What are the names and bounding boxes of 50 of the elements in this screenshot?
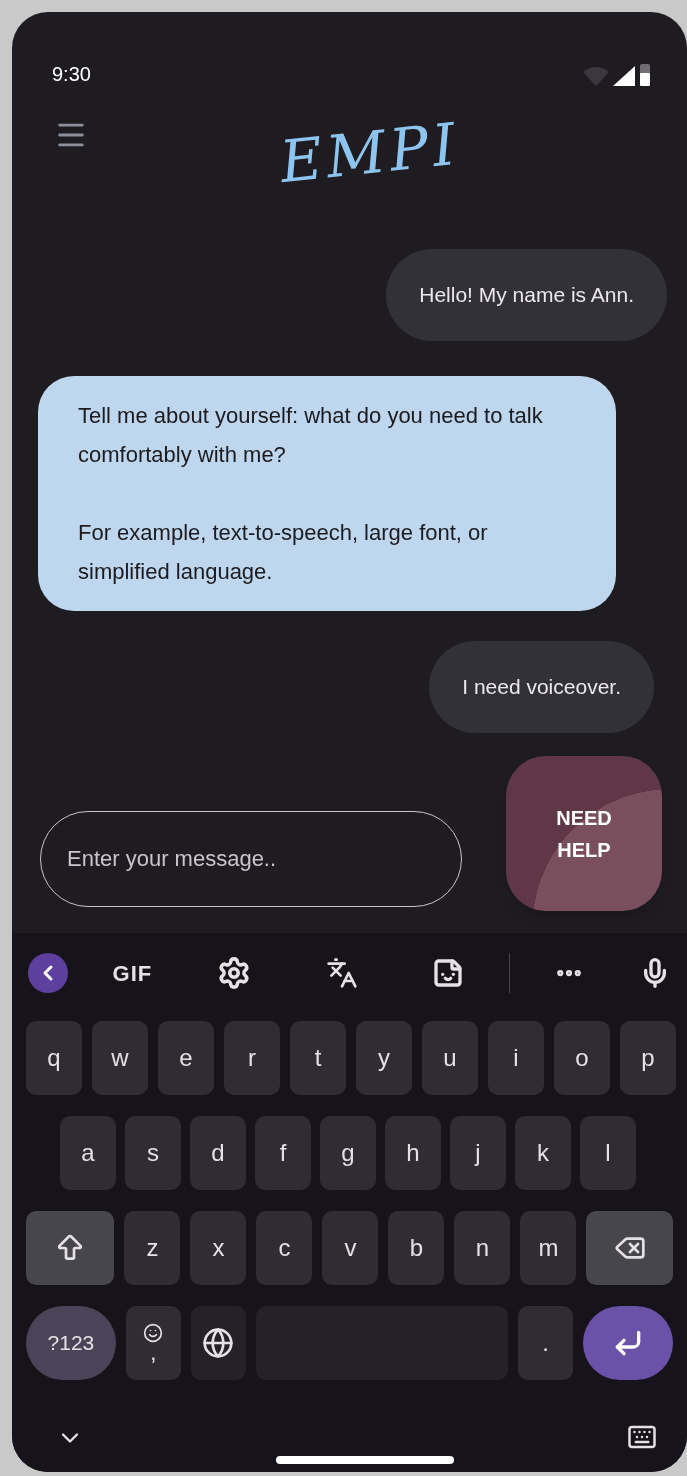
message-text: For example, text-to-speech, large font, or simplified language.	[78, 519, 489, 586]
key[interactable]: j	[450, 1116, 506, 1190]
key[interactable]: v	[322, 1211, 379, 1285]
key[interactable]: w	[92, 1021, 148, 1095]
translate-icon[interactable]	[325, 957, 358, 989]
battery-icon	[639, 62, 651, 86]
key[interactable]: p	[620, 1021, 676, 1095]
emoji-comma-key[interactable]: ,	[125, 1306, 181, 1380]
key[interactable]: m	[520, 1211, 577, 1285]
sticker-icon[interactable]	[432, 957, 465, 989]
key[interactable]: z	[124, 1211, 181, 1285]
key[interactable]: c	[256, 1211, 313, 1285]
settings-icon[interactable]	[216, 956, 251, 990]
key[interactable]: l	[580, 1116, 636, 1190]
key[interactable]: r	[224, 1021, 280, 1095]
message-text: I need voiceover.	[462, 674, 621, 701]
signal-icon	[613, 66, 635, 86]
message-text: Tell me about yourself: what do you need to talk comfortably with me?	[78, 402, 544, 469]
globe-icon	[202, 1327, 235, 1359]
key[interactable]: y	[356, 1021, 412, 1095]
key[interactable]: i	[488, 1021, 544, 1095]
key[interactable]: f	[255, 1116, 311, 1190]
key[interactable]: k	[515, 1116, 571, 1190]
key[interactable]: x	[190, 1211, 247, 1285]
shift-key[interactable]	[26, 1211, 115, 1285]
gif-button[interactable]: GIF	[112, 956, 153, 990]
wifi-icon	[583, 66, 609, 86]
need-help-button[interactable]: NEED HELP	[506, 756, 662, 911]
key[interactable]: o	[554, 1021, 610, 1095]
key[interactable]: h	[385, 1116, 441, 1190]
key[interactable]: b	[388, 1211, 445, 1285]
key[interactable]: n	[454, 1211, 511, 1285]
key[interactable]: u	[422, 1021, 478, 1095]
smiley-icon	[143, 1323, 164, 1343]
status-time: 9:30	[52, 62, 91, 87]
symbols-key[interactable]: ?123	[26, 1306, 116, 1380]
language-key[interactable]	[190, 1306, 246, 1380]
app-logo: EMPI	[275, 108, 464, 199]
key[interactable]: q	[26, 1021, 82, 1095]
key[interactable]: e	[158, 1021, 214, 1095]
key[interactable]: s	[125, 1116, 181, 1190]
back-button[interactable]	[28, 953, 68, 993]
message-input-field[interactable]: Enter your message..	[40, 811, 462, 907]
key[interactable]: g	[320, 1116, 376, 1190]
key[interactable]: t	[290, 1021, 346, 1095]
key[interactable]: a	[60, 1116, 116, 1190]
period-key[interactable]: .	[518, 1306, 574, 1380]
message-text: Hello! My name is Ann.	[419, 282, 634, 309]
key[interactable]: d	[190, 1116, 246, 1190]
backspace-key[interactable]	[586, 1211, 673, 1285]
